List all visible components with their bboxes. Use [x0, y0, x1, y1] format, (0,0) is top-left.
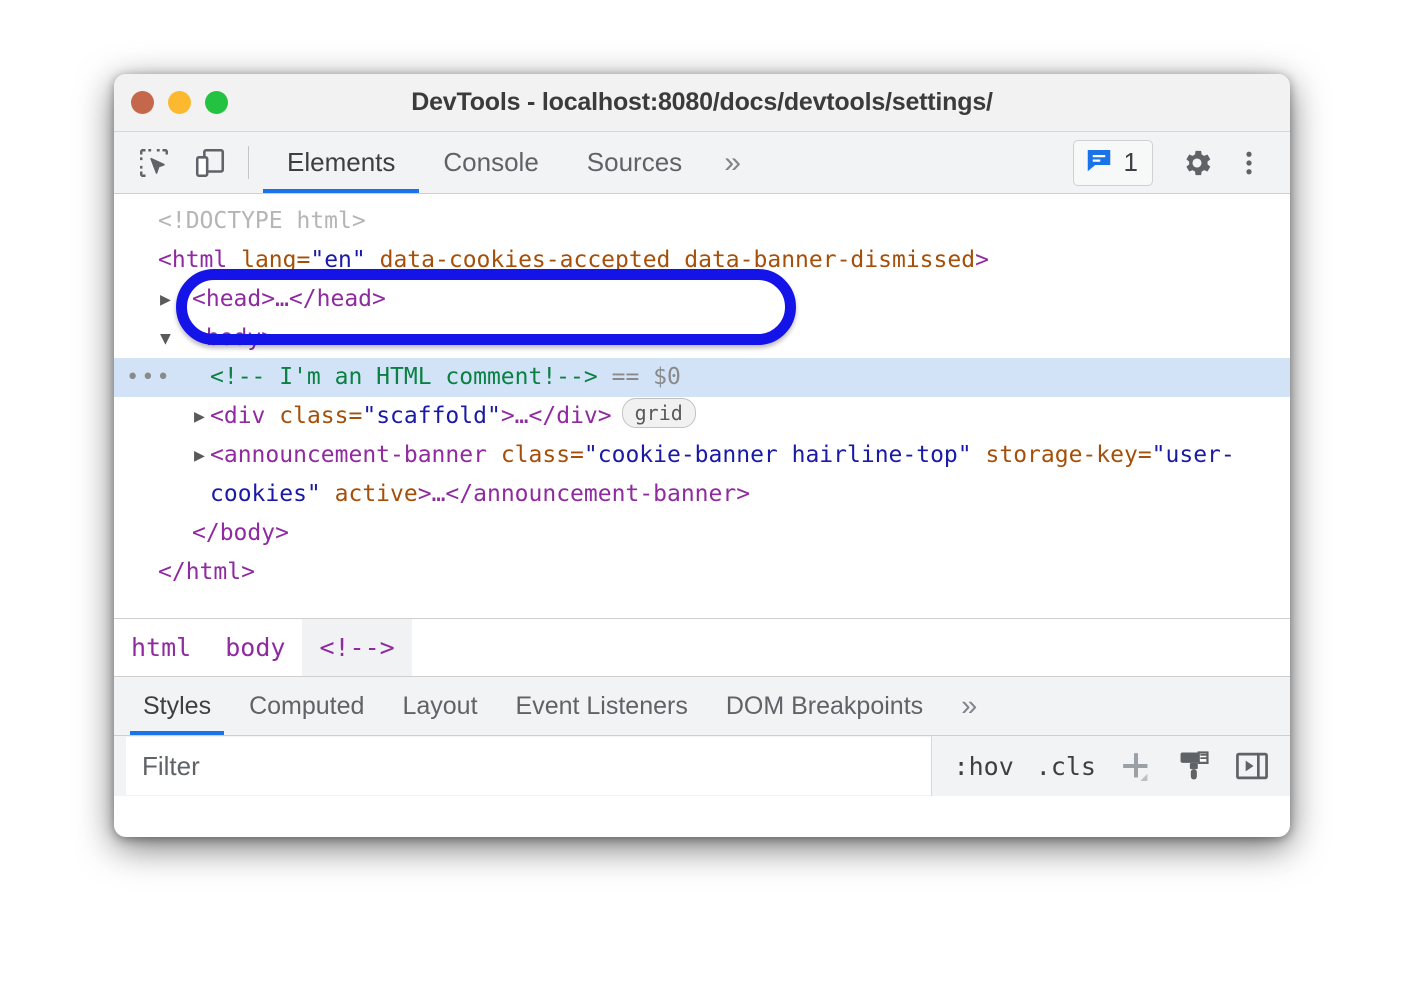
minimize-button[interactable]	[168, 91, 191, 114]
breadcrumb-item-body-label: body	[225, 633, 285, 662]
tab-console[interactable]: Console	[419, 132, 562, 193]
print-style-brush-icon[interactable]	[1172, 744, 1216, 788]
breadcrumb-item-html[interactable]: html	[114, 619, 208, 676]
tab-styles[interactable]: Styles	[124, 677, 230, 735]
dom-node-body-open[interactable]: <body>	[114, 319, 1290, 358]
html-close-tag: </html>	[158, 559, 255, 585]
plus-icon[interactable]	[1114, 744, 1158, 788]
devtools-toolbar: Elements Console Sources »	[114, 132, 1290, 194]
hov-button-label: :hov	[954, 752, 1014, 781]
styles-filter-bar: :hov .cls	[114, 736, 1290, 796]
issues-count: 1	[1124, 147, 1138, 178]
sidebar-tabs: Styles Computed Layout Event Listeners D…	[114, 676, 1290, 736]
chevron-double-right-icon: »	[724, 146, 741, 180]
tab-computed[interactable]: Computed	[230, 677, 383, 735]
maximize-button[interactable]	[205, 91, 228, 114]
tab-dom-breakpoints[interactable]: DOM Breakpoints	[707, 677, 942, 735]
head-line: <head>…</head>	[192, 286, 386, 312]
tab-styles-label: Styles	[143, 692, 211, 721]
inspect-element-icon[interactable]	[134, 143, 174, 183]
tab-elements-label: Elements	[287, 147, 395, 178]
more-vertical-icon[interactable]	[1226, 140, 1272, 186]
body-open-tag: <body>	[192, 325, 275, 351]
div-attr-class-name: class=	[279, 403, 362, 429]
chevron-double-right-icon: »	[961, 690, 977, 723]
html-tag-open: <html	[158, 247, 227, 273]
html-attr-lang-name: lang=	[241, 247, 310, 273]
banner-tag-open: <announcement-banner	[210, 442, 487, 468]
tab-dom-breakpoints-label: DOM Breakpoints	[726, 692, 923, 721]
dom-node-head[interactable]: <head>…</head>	[114, 280, 1290, 319]
dom-tree[interactable]: <!DOCTYPE html> <html lang="en" data-coo…	[114, 194, 1290, 618]
html-attr-banner: data-banner-dismissed	[684, 247, 975, 273]
gear-icon[interactable]	[1174, 140, 1220, 186]
window-controls	[114, 91, 228, 114]
dom-node-html[interactable]: <html lang="en" data-cookies-accepted da…	[114, 241, 1290, 280]
breadcrumb-item-comment-label: <!-->	[319, 633, 394, 662]
html-attr-lang-value: "en"	[310, 247, 365, 273]
tab-computed-label: Computed	[249, 692, 364, 721]
body-close-tag: </body>	[192, 520, 289, 546]
tab-event-listeners[interactable]: Event Listeners	[497, 677, 707, 735]
comment-node-text: <!-- I'm an HTML comment!-->	[210, 364, 598, 390]
chevron-right-icon[interactable]	[194, 397, 212, 436]
more-sidebar-tabs-button[interactable]: »	[942, 677, 996, 735]
more-panels-button[interactable]: »	[706, 132, 759, 193]
filter-actions: :hov .cls	[931, 736, 1290, 796]
window-titlebar: DevTools - localhost:8080/docs/devtools/…	[114, 74, 1290, 132]
div-tag-open: <div	[210, 403, 265, 429]
html-tag-close-bracket: >	[975, 247, 989, 273]
html-attr-cookies: data-cookies-accepted	[380, 247, 671, 273]
issues-message-icon	[1084, 145, 1114, 180]
toolbar-left-icons	[114, 132, 230, 193]
tab-layout[interactable]: Layout	[383, 677, 496, 735]
dom-node-div-scaffold[interactable]: <div class="scaffold">…</div> grid	[114, 397, 1290, 436]
issues-button[interactable]: 1	[1073, 140, 1153, 186]
cls-button[interactable]: .cls	[1032, 752, 1100, 781]
breadcrumb-item-html-label: html	[131, 633, 191, 662]
banner-attr-class-name: class=	[501, 442, 584, 468]
grid-badge[interactable]: grid	[622, 398, 696, 428]
breadcrumb-item-body[interactable]: body	[208, 619, 302, 676]
dom-node-doctype[interactable]: <!DOCTYPE html>	[114, 202, 1290, 241]
tab-sources[interactable]: Sources	[563, 132, 706, 193]
chevron-right-icon[interactable]	[160, 280, 178, 319]
cls-button-label: .cls	[1036, 752, 1096, 781]
banner-attr-active: active	[335, 481, 418, 507]
close-button[interactable]	[131, 91, 154, 114]
banner-attr-class-value: "cookie-banner hairline-top"	[584, 442, 972, 468]
tab-layout-label: Layout	[402, 692, 477, 721]
tab-event-listeners-label: Event Listeners	[516, 692, 688, 721]
hov-button[interactable]: :hov	[950, 752, 1018, 781]
dom-node-body-close[interactable]: </body>	[114, 514, 1290, 553]
tab-console-label: Console	[443, 147, 538, 178]
toggle-sidebar-icon[interactable]	[1230, 744, 1274, 788]
doctype-text: <!DOCTYPE html>	[158, 208, 366, 234]
toolbar-right-actions: 1	[1073, 132, 1290, 193]
breadcrumb-item-comment[interactable]: <!-->	[302, 619, 411, 676]
tab-elements[interactable]: Elements	[263, 132, 419, 193]
div-tag-rest: >…</div>	[501, 403, 612, 429]
dom-node-comment[interactable]: ••• <!-- I'm an HTML comment!--> == $0	[114, 358, 1290, 397]
dom-node-html-close[interactable]: </html>	[114, 553, 1290, 592]
comment-node-binding: == $0	[612, 364, 681, 390]
banner-tag-rest: >…</announcement-banner>	[418, 481, 750, 507]
devtools-window: DevTools - localhost:8080/docs/devtools/…	[114, 74, 1290, 837]
device-toolbar-icon[interactable]	[190, 143, 230, 183]
chevron-right-icon[interactable]	[194, 436, 212, 475]
window-title: DevTools - localhost:8080/docs/devtools/…	[114, 88, 1290, 117]
dom-node-announcement-banner[interactable]: <announcement-banner class="cookie-banne…	[114, 436, 1290, 514]
node-context-menu-icon[interactable]: •••	[126, 358, 172, 397]
breadcrumb: html body <!-->	[114, 618, 1290, 676]
div-attr-class-value: "scaffold"	[362, 403, 500, 429]
filter-input[interactable]	[126, 737, 931, 795]
tab-sources-label: Sources	[587, 147, 682, 178]
chevron-down-icon[interactable]	[160, 319, 178, 358]
toolbar-divider	[248, 146, 249, 179]
panel-tabs: Elements Console Sources »	[263, 132, 759, 193]
banner-attr-storagekey-name: storage-key=	[986, 442, 1152, 468]
